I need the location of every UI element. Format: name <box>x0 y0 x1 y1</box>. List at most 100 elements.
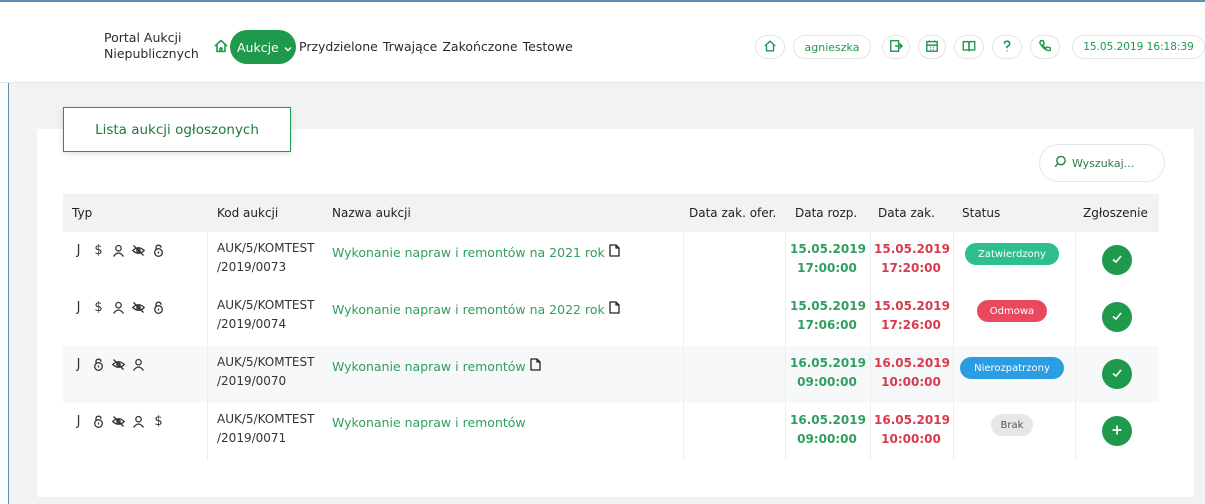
person-icon <box>132 358 145 372</box>
code-line1: AUK/5/KOMTEST <box>217 298 315 312</box>
calendar-button[interactable] <box>918 35 946 59</box>
eye-off-icon <box>131 301 146 315</box>
auction-name-link[interactable]: Wykonanie napraw i remontów <box>332 358 541 374</box>
lock-icon <box>92 358 105 372</box>
type-j-icon: J <box>76 414 81 429</box>
col-zgloszenie[interactable]: Zgłoszenie <box>1083 206 1148 220</box>
auction-name-link[interactable]: Wykonanie napraw i remontów <box>332 415 526 430</box>
code-line2: /2019/0073 <box>217 260 287 274</box>
status-badge: Brak <box>991 414 1033 436</box>
lock-icon <box>152 244 165 258</box>
start-datetime: 16.05.2019 09:00:00 <box>790 411 866 449</box>
lock-icon <box>92 415 105 429</box>
auction-name-link[interactable]: Wykonanie napraw i remontów na 2021 rok <box>332 244 620 260</box>
table-row[interactable]: J $ AUK/5/KOMTEST /2019/0071 Wykonanie n… <box>63 403 1159 460</box>
auction-name: Wykonanie napraw i remontów <box>332 358 526 374</box>
table-row[interactable]: J $ AUK/5/KOMTEST /2019/0074 Wykonanie n… <box>63 289 1159 346</box>
auction-code: AUK/5/KOMTEST /2019/0070 <box>217 353 314 391</box>
end-date: 15.05.2019 <box>874 299 950 313</box>
col-data-rozp[interactable]: Data rozp. <box>795 206 857 220</box>
eye-off-icon <box>131 244 146 258</box>
code-line1: AUK/5/KOMTEST <box>217 241 315 255</box>
col-typ[interactable]: Typ <box>72 206 92 220</box>
check-icon <box>1110 309 1124 326</box>
type-j-icon: J <box>76 300 81 315</box>
auction-name: Wykonanie napraw i remontów <box>332 415 526 430</box>
column-divider <box>785 232 786 289</box>
auction-code: AUK/5/KOMTEST /2019/0073 <box>217 239 314 277</box>
start-datetime: 15.05.2019 17:00:00 <box>790 240 866 278</box>
help-button[interactable] <box>992 35 1022 59</box>
status-badge: Nierozpatrzony <box>960 357 1064 379</box>
column-divider <box>953 232 954 289</box>
application-button[interactable] <box>1102 302 1132 332</box>
manual-button[interactable] <box>954 35 984 59</box>
nav-aukcje-dropdown[interactable]: Aukcje <box>230 30 296 64</box>
application-button[interactable] <box>1102 416 1132 446</box>
application-button[interactable] <box>1102 359 1132 389</box>
col-data-zak-ofer[interactable]: Data zak. ofer. <box>689 206 776 220</box>
document-icon[interactable] <box>530 358 541 374</box>
code-line2: /2019/0070 <box>217 374 287 388</box>
end-datetime: 16.05.2019 10:00:00 <box>874 411 950 449</box>
application-button[interactable] <box>1102 245 1132 275</box>
nav-zakonczone[interactable]: Zakończone <box>442 39 517 54</box>
logout-button[interactable] <box>882 35 910 59</box>
end-date: 16.05.2019 <box>874 356 950 370</box>
auction-name-link[interactable]: Wykonanie napraw i remontów na 2022 rok <box>332 301 620 317</box>
type-icons: J <box>72 358 145 372</box>
check-icon <box>1110 366 1124 383</box>
column-divider <box>1075 403 1076 460</box>
chevron-down-icon <box>283 42 293 52</box>
col-data-zak[interactable]: Data zak. <box>878 206 935 220</box>
check-icon <box>1110 252 1124 269</box>
person-icon <box>112 244 125 258</box>
column-divider <box>870 403 871 460</box>
table-row[interactable]: J AUK/5/KOMTEST /2019/0070 Wykonanie nap… <box>63 346 1159 403</box>
eye-off-icon <box>111 415 126 429</box>
user-button[interactable]: agnieszka <box>793 35 871 59</box>
portal-brand[interactable]: Portal Aukcji Niepublicznych <box>104 30 199 62</box>
nav-aukcje-label: Aukcje <box>237 39 279 55</box>
start-time: 09:00:00 <box>797 432 857 446</box>
col-kod-aukcji[interactable]: Kod aukcji <box>217 206 278 220</box>
home-icon[interactable] <box>213 38 229 54</box>
document-icon[interactable] <box>609 301 620 317</box>
document-icon[interactable] <box>609 244 620 260</box>
col-nazwa-aukcji[interactable]: Nazwa aukcji <box>332 206 411 220</box>
auction-code: AUK/5/KOMTEST /2019/0071 <box>217 410 314 448</box>
nav-testowe[interactable]: Testowe <box>523 39 573 54</box>
end-datetime: 15.05.2019 17:26:00 <box>874 297 950 335</box>
column-divider <box>207 346 208 403</box>
status-badge: Zatwierdzony <box>965 243 1059 265</box>
end-datetime: 16.05.2019 10:00:00 <box>874 354 950 392</box>
start-time: 17:06:00 <box>797 318 857 332</box>
home-button[interactable] <box>755 35 785 59</box>
eye-off-icon <box>111 358 126 372</box>
col-status[interactable]: Status <box>962 206 1000 220</box>
nav-przydzielone[interactable]: Przydzielone <box>299 39 378 54</box>
start-date: 15.05.2019 <box>790 299 866 313</box>
type-j-icon: J <box>76 243 81 258</box>
end-time: 17:26:00 <box>881 318 941 332</box>
type-dollar-icon: $ <box>94 300 103 315</box>
auctions-table: Typ Kod aukcji Nazwa aukcji Data zak. of… <box>63 194 1159 460</box>
end-time: 17:20:00 <box>881 261 941 275</box>
contact-button[interactable] <box>1030 35 1060 59</box>
person-icon <box>132 415 145 429</box>
column-divider <box>953 289 954 346</box>
table-row[interactable]: J $ AUK/5/KOMTEST /2019/0073 Wykonanie n… <box>63 232 1159 289</box>
auction-code: AUK/5/KOMTEST /2019/0074 <box>217 296 314 334</box>
plus-icon <box>1110 423 1124 440</box>
column-divider <box>785 346 786 403</box>
end-time: 10:00:00 <box>881 375 941 389</box>
nav-trwajace[interactable]: Trwające <box>383 39 438 54</box>
type-icons: J $ <box>72 301 165 315</box>
type-icons: J $ <box>72 415 165 429</box>
home-icon <box>763 38 777 57</box>
auction-name: Wykonanie napraw i remontów na 2021 rok <box>332 244 605 260</box>
end-time: 10:00:00 <box>881 432 941 446</box>
column-divider <box>953 403 954 460</box>
search-icon <box>1054 155 1067 171</box>
search-input[interactable]: Wyszukaj... <box>1039 144 1165 182</box>
